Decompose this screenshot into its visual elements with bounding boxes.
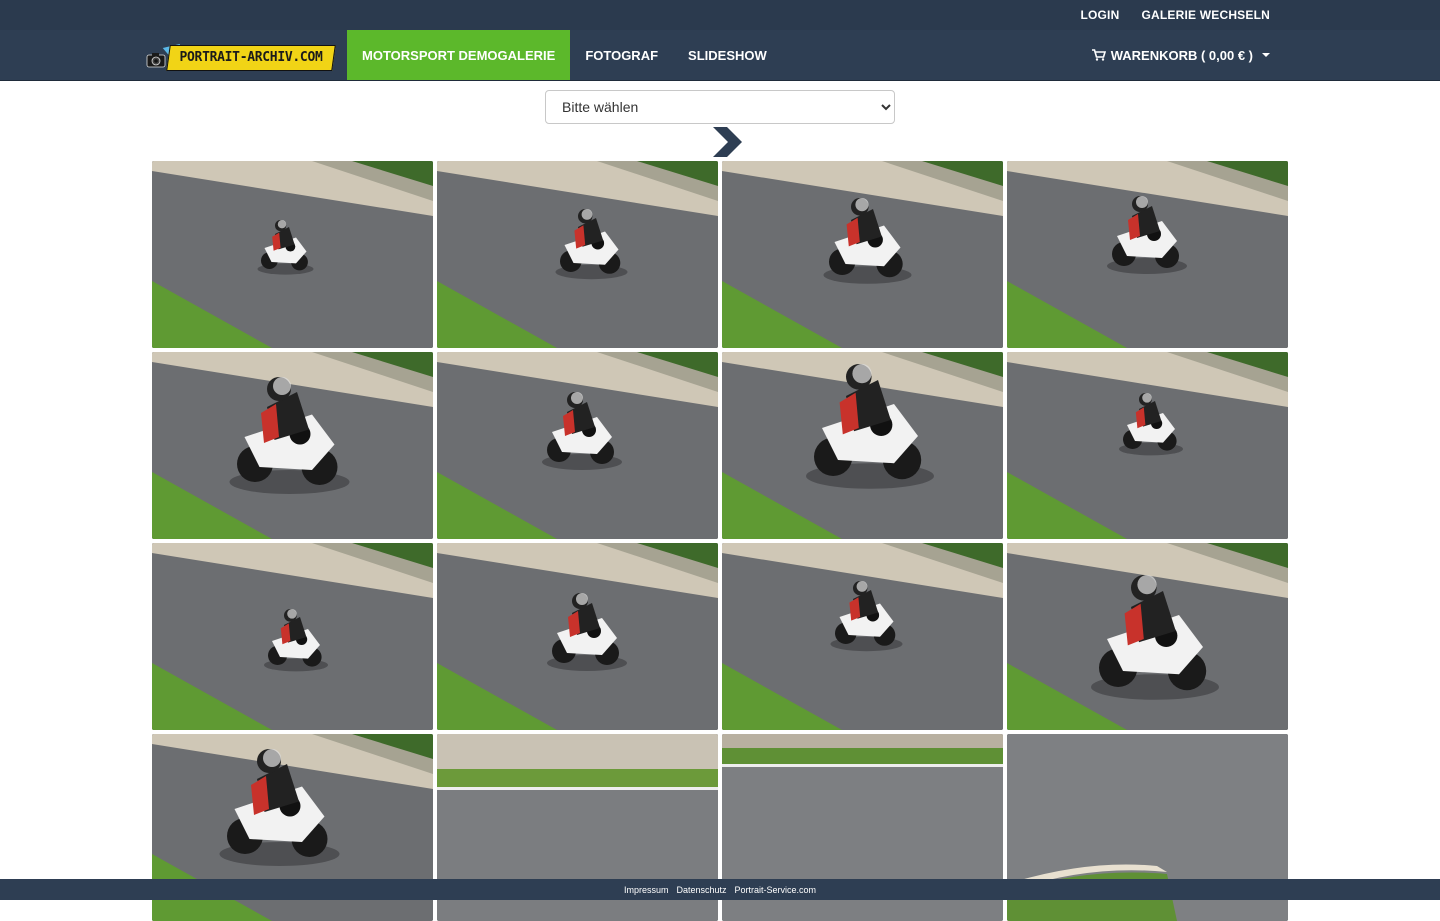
chevron-right-icon (713, 127, 742, 157)
logo-banner: PORTRAIT-ARCHIV.COM (166, 45, 336, 71)
photo-image (722, 161, 1003, 348)
footer-link-portrait-service[interactable]: Portrait-Service.com (735, 885, 817, 895)
photo-thumb[interactable] (437, 352, 718, 539)
photo-thumb[interactable] (152, 543, 433, 730)
photo-thumb[interactable] (722, 161, 1003, 348)
login-link[interactable]: LOGIN (1080, 8, 1119, 22)
photo-image (722, 352, 1003, 539)
photo-image (1007, 352, 1288, 539)
logo-text: PORTRAIT-ARCHIV.COM (179, 50, 323, 65)
footer-link-datenschutz[interactable]: Datenschutz (676, 885, 726, 895)
photo-image (152, 161, 433, 348)
camera-icon (146, 53, 166, 68)
photo-image (1007, 543, 1288, 730)
nav-motorsport-demogalerie[interactable]: MOTORSPORT DEMOGALERIE (347, 30, 571, 80)
photo-image (437, 352, 718, 539)
photo-grid (152, 161, 1288, 921)
photo-image (152, 352, 433, 539)
cart-icon (1091, 49, 1106, 61)
photo-image (152, 543, 433, 730)
brand-logo[interactable]: PORTRAIT-ARCHIV.COM (146, 37, 336, 71)
primary-nav: MOTORSPORT DEMOGALERIE FOTOGRAF SLIDESHO… (347, 30, 782, 80)
photo-image (722, 543, 1003, 730)
photo-thumb[interactable] (1007, 352, 1288, 539)
main-navbar: PORTRAIT-ARCHIV.COM MOTORSPORT DEMOGALER… (0, 30, 1440, 81)
photo-thumb[interactable] (722, 352, 1003, 539)
filter-select[interactable]: Bitte wählen (545, 90, 895, 124)
photo-image (1007, 161, 1288, 348)
switch-gallery-link[interactable]: GALERIE WECHSELN (1141, 8, 1270, 22)
photo-image (437, 161, 718, 348)
photo-thumb[interactable] (437, 161, 718, 348)
cart-dropdown[interactable]: WARENKORB ( 0,00 € ) (1091, 30, 1270, 80)
filter-select-wrapper: Bitte wählen (545, 90, 895, 124)
top-bar: LOGIN GALERIE WECHSELN (0, 0, 1440, 30)
photo-thumb[interactable] (152, 352, 433, 539)
next-button[interactable] (710, 125, 744, 159)
photo-thumb[interactable] (1007, 161, 1288, 348)
photo-thumb[interactable] (437, 543, 718, 730)
top-links: LOGIN GALERIE WECHSELN (1080, 0, 1270, 30)
photo-thumb[interactable] (1007, 543, 1288, 730)
footer-link-impressum[interactable]: Impressum (624, 885, 669, 895)
footer: Impressum Datenschutz Portrait-Service.c… (0, 879, 1440, 900)
nav-fotograf[interactable]: FOTOGRAF (570, 30, 673, 80)
nav-slideshow[interactable]: SLIDESHOW (673, 30, 782, 80)
photo-thumb[interactable] (722, 543, 1003, 730)
chevron-down-icon (1262, 53, 1270, 57)
cart-label: WARENKORB ( 0,00 € ) (1110, 47, 1253, 63)
photo-thumb[interactable] (152, 161, 433, 348)
photo-image (437, 543, 718, 730)
